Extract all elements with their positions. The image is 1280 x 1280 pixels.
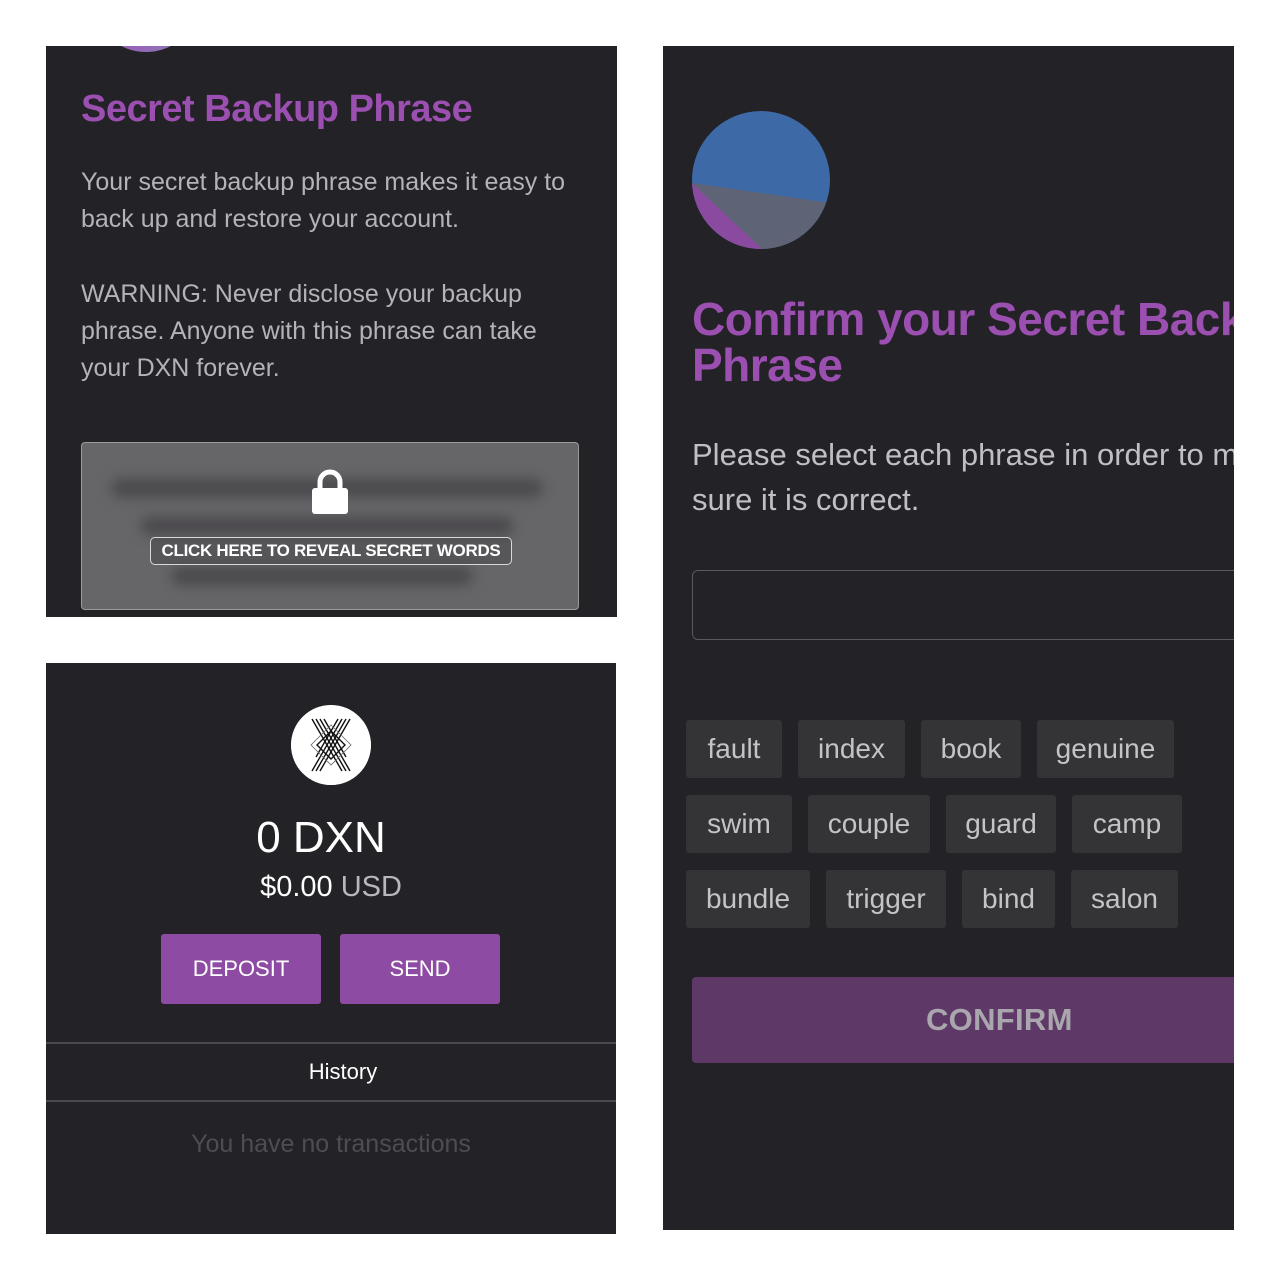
account-avatar-icon [106,46,186,52]
blurred-words [142,517,512,535]
dxn-logo-icon [291,705,371,785]
word-chip[interactable]: guard [946,795,1056,853]
backup-warning: WARNING: Never disclose your backup phra… [81,280,537,382]
backup-description: Your secret backup phrase makes it easy … [81,168,566,233]
word-chip[interactable]: bundle [686,870,810,928]
title-line-2: Phrase [692,339,843,391]
send-button[interactable]: SEND [340,934,500,1004]
balance-usd: $0.00 USD [46,871,616,904]
word-chip[interactable]: trigger [826,870,946,928]
word-chip[interactable]: swim [686,795,792,853]
empty-transactions-message: You have no transactions [191,1130,471,1158]
page-title: Secret Backup Phrase [81,88,473,130]
word-chip[interactable]: genuine [1037,720,1174,778]
reveal-secret-words-button[interactable]: CLICK HERE TO REVEAL SECRET WORDS [150,537,512,565]
instruction-text: Please select each phrase in order to ms… [692,437,1234,517]
word-chip[interactable]: salon [1071,870,1178,928]
confirm-instruction: Please select each phrase in order to ms… [692,432,1234,522]
blurred-words [172,567,472,585]
page-title: Confirm your Secret Back Phrase [692,296,1234,388]
usd-unit: USD [340,871,402,903]
selected-phrase-box[interactable] [692,570,1234,640]
word-chip[interactable]: fault [686,720,782,778]
divider [46,1100,616,1102]
confirm-phrase-panel: Confirm your Secret Back Phrase Please s… [663,46,1234,1230]
word-chip[interactable]: book [921,720,1021,778]
title-line-1: Confirm your Secret Back [692,293,1234,345]
word-chip[interactable]: camp [1072,795,1182,853]
backup-phrase-panel: Secret Backup Phrase Your secret backup … [46,46,617,617]
word-chip[interactable]: index [798,720,905,778]
divider [46,1042,616,1044]
history-tab[interactable]: History [46,1059,616,1085]
word-chip[interactable]: couple [808,795,930,853]
confirm-button[interactable]: CONFIRM [692,977,1234,1063]
usd-value: $0.00 [260,871,333,903]
word-chip[interactable]: bind [962,870,1055,928]
wallet-panel: 0 DXN $0.00 USD DEPOSIT SEND History You… [46,663,616,1234]
reveal-secret-words-area[interactable]: CLICK HERE TO REVEAL SECRET WORDS [81,442,579,610]
deposit-button[interactable]: DEPOSIT [161,934,321,1004]
balance-amount: 0 DXN [256,813,386,862]
lock-icon [312,469,348,514]
account-avatar-icon [692,111,830,249]
